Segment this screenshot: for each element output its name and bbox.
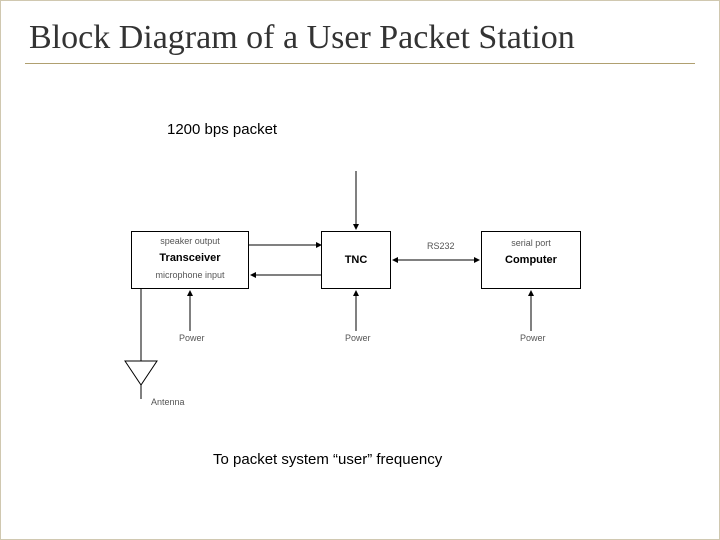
label-power-computer: Power <box>520 333 546 343</box>
title-underline <box>25 63 695 64</box>
diagram-connections <box>131 211 611 441</box>
annotation-bottom: To packet system “user” frequency <box>213 451 442 468</box>
slide-frame: Block Diagram of a User Packet Station 1… <box>0 0 720 540</box>
label-rs232: RS232 <box>427 241 455 251</box>
block-diagram: speaker output Transceiver microphone in… <box>131 211 611 411</box>
label-antenna: Antenna <box>151 397 185 407</box>
label-power-transceiver: Power <box>179 333 205 343</box>
label-power-tnc: Power <box>345 333 371 343</box>
slide-title: Block Diagram of a User Packet Station <box>1 1 719 63</box>
annotation-top: 1200 bps packet <box>167 121 277 138</box>
